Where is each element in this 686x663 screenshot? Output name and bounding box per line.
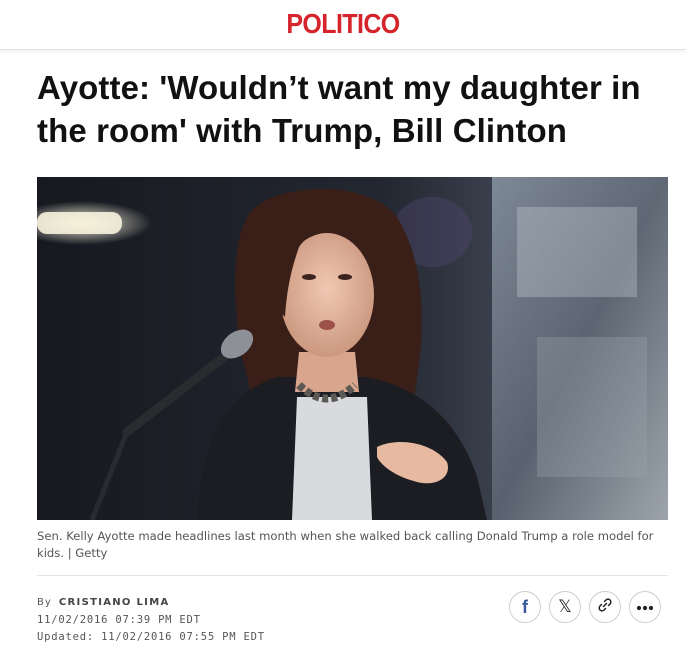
facebook-icon: f [522, 596, 528, 617]
article-headline: Ayotte: 'Wouldn’t want my daughter in th… [37, 69, 641, 149]
more-share-button[interactable] [629, 591, 661, 623]
site-header: POLITICO [0, 0, 686, 50]
link-icon [596, 596, 614, 619]
updated-timestamp: Updated: 11/02/2016 07:55 PM EDT [37, 631, 265, 643]
facebook-share-button[interactable]: f [509, 591, 541, 623]
x-icon: 𝕏 [558, 597, 572, 617]
politico-logo[interactable]: POLITICO [286, 8, 400, 40]
author-line: By CRISTIANO LIMA [37, 594, 265, 612]
copy-link-button[interactable] [589, 591, 621, 623]
by-label: By [37, 597, 52, 608]
author-link[interactable]: CRISTIANO LIMA [59, 597, 170, 608]
divider [37, 575, 668, 576]
x-share-button[interactable]: 𝕏 [549, 591, 581, 623]
share-bar: f 𝕏 [509, 591, 661, 623]
more-icon [636, 598, 654, 616]
photo-caption: Sen. Kelly Ayotte made headlines last mo… [37, 529, 654, 560]
article-photo [37, 177, 668, 520]
byline: By CRISTIANO LIMA 11/02/2016 07:39 PM ED… [37, 594, 265, 647]
publish-timestamp: 11/02/2016 07:39 PM EDT [37, 613, 201, 626]
